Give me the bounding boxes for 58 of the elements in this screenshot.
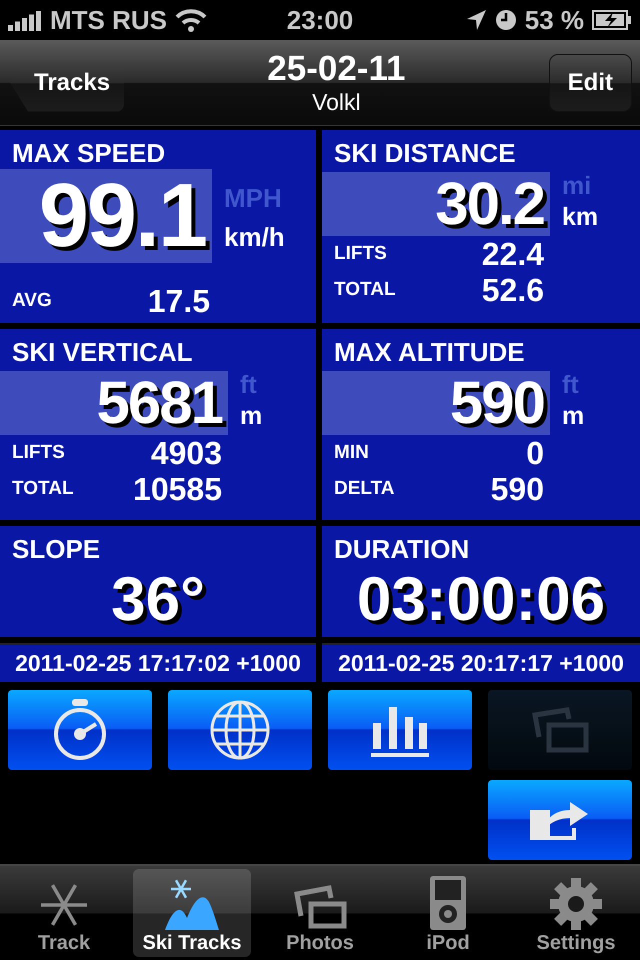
carrier-name: MTS RUS bbox=[50, 4, 167, 36]
sub-stat-value: 10585 bbox=[133, 470, 223, 508]
sub-stat-label: LIFTS bbox=[334, 243, 387, 265]
sub-stat-value: 4903 bbox=[150, 434, 223, 472]
clock-icon bbox=[494, 9, 517, 31]
stat-label: MAX ALTITUDE bbox=[333, 336, 526, 369]
stopwatch-button[interactable] bbox=[8, 690, 152, 770]
wifi-icon bbox=[175, 8, 207, 32]
timestamp: 2011-02-25 17:17:02 +1000 bbox=[0, 643, 316, 682]
sub-stat-value: 52.6 bbox=[482, 272, 545, 308]
sub-stat-value: 590 bbox=[490, 470, 545, 508]
unit-option[interactable]: m bbox=[562, 402, 584, 431]
chart-button[interactable] bbox=[328, 690, 472, 770]
battery-charging-icon bbox=[592, 9, 632, 31]
globe-icon bbox=[209, 699, 271, 761]
stat-value: 03:00:06 bbox=[356, 564, 606, 635]
stat-value: 99.1 bbox=[0, 169, 212, 263]
tab-item[interactable]: Settings bbox=[517, 869, 635, 957]
stat-value: 36° bbox=[111, 564, 205, 635]
sub-stat-value: 22.4 bbox=[482, 236, 545, 272]
tab-item[interactable]: Track bbox=[5, 869, 123, 957]
unit-option[interactable]: m bbox=[240, 402, 262, 431]
stat-label: DURATION bbox=[333, 533, 470, 566]
tab-item[interactable]: iPod bbox=[389, 869, 507, 957]
ipod-icon bbox=[430, 876, 466, 930]
edit-button[interactable]: Edit bbox=[548, 54, 632, 112]
stat-label: SLOPE bbox=[11, 533, 102, 566]
stat-label: SKI DISTANCE bbox=[333, 137, 517, 170]
sub-stat-value: 0 bbox=[526, 434, 545, 472]
sub-stat-label: MIN bbox=[334, 442, 369, 464]
sub-stat-label: TOTAL bbox=[12, 478, 74, 500]
photos-icon bbox=[531, 707, 589, 753]
signal-icon bbox=[8, 9, 42, 31]
timestamp: 2011-02-25 20:17:17 +1000 bbox=[322, 643, 640, 682]
unit-option[interactable]: km/h bbox=[224, 222, 285, 253]
battery-percent: 53 % bbox=[524, 4, 584, 36]
snowflake-hill-icon bbox=[165, 878, 219, 930]
stat-label: SKI VERTICAL bbox=[11, 336, 194, 369]
tab-item[interactable]: Photos bbox=[261, 869, 379, 957]
globe-button[interactable] bbox=[168, 690, 312, 770]
nav-subtitle: Volkl bbox=[312, 89, 361, 116]
settings-icon bbox=[550, 878, 602, 930]
sub-stat-value: 17.5 bbox=[148, 282, 211, 320]
nav-title: 25-02-11 bbox=[267, 49, 406, 89]
sub-stat-label: TOTAL bbox=[334, 279, 396, 301]
location-arrow-icon bbox=[464, 8, 487, 32]
unit-option[interactable]: km bbox=[562, 203, 598, 232]
sub-stat-label: DELTA bbox=[334, 478, 395, 500]
clock-time: 23:00 bbox=[286, 4, 354, 36]
share-button[interactable] bbox=[488, 780, 632, 860]
photos-icon bbox=[293, 884, 347, 930]
stat-value: 5681 bbox=[0, 371, 228, 435]
tab-item[interactable]: Ski Tracks bbox=[133, 869, 251, 957]
sub-stat-label: AVG bbox=[12, 290, 52, 312]
sub-stat-label: LIFTS bbox=[12, 442, 65, 464]
stat-label: MAX SPEED bbox=[11, 137, 166, 169]
stat-value: 590 bbox=[322, 371, 550, 435]
stat-value: 30.2 bbox=[322, 172, 550, 236]
